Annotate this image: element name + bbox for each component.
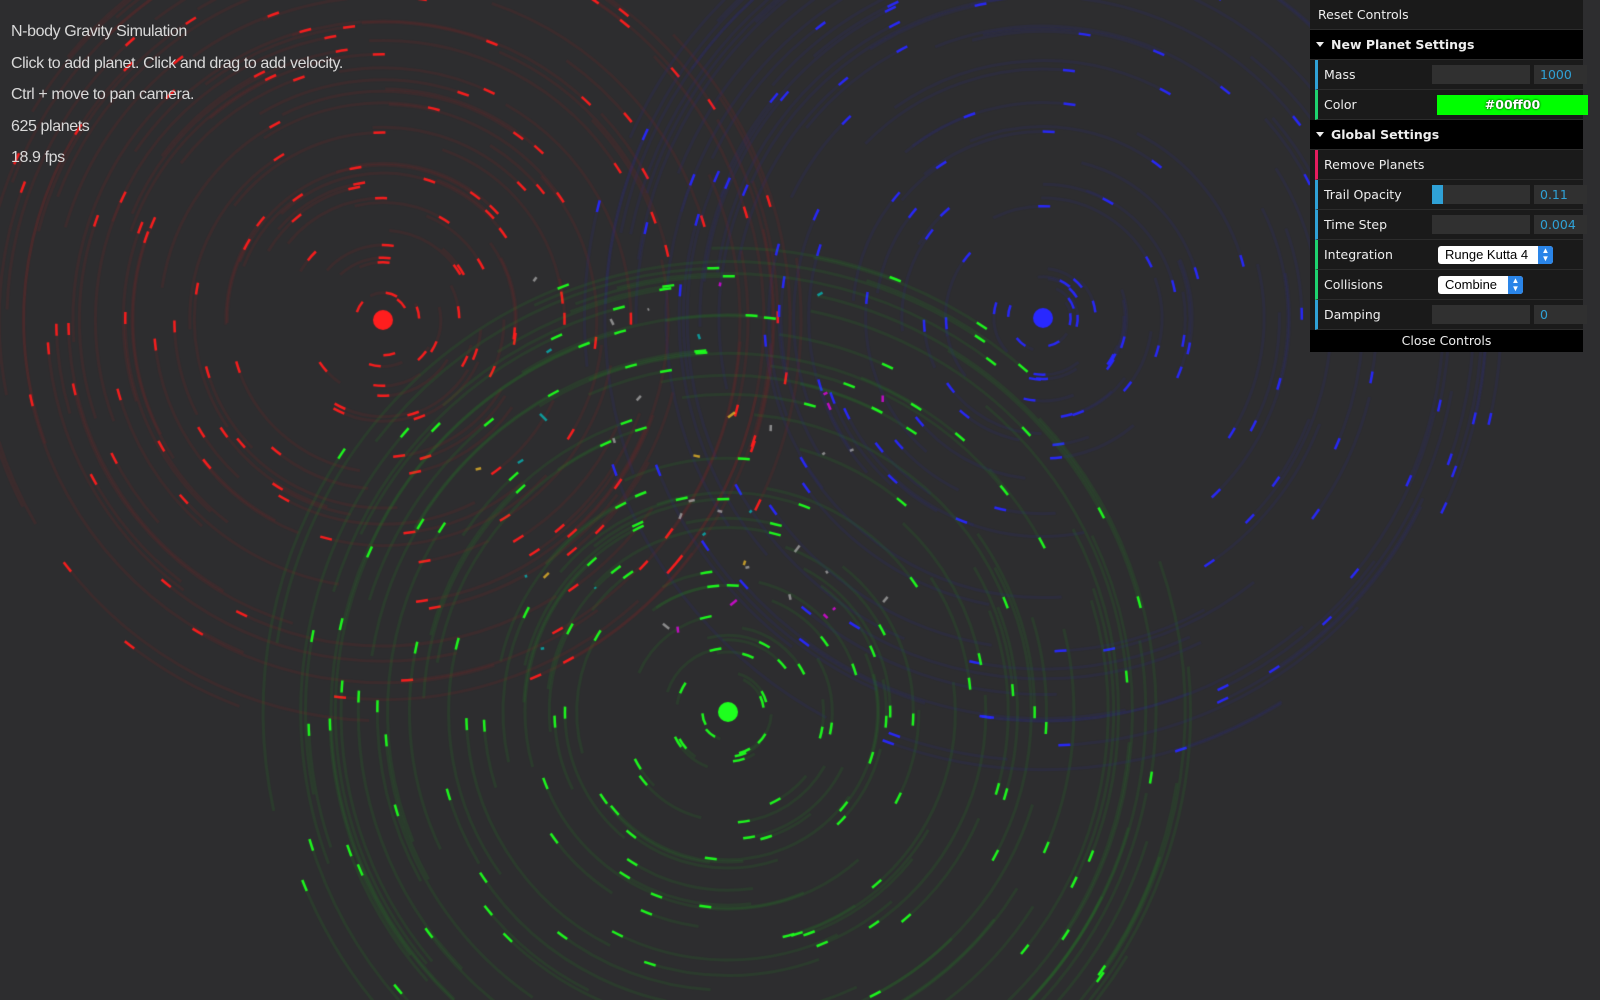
trail-opacity-input[interactable]: 0.11 (1534, 185, 1587, 204)
color-picker[interactable]: #00ff00 (1437, 94, 1588, 115)
collisions-select[interactable]: Combine ▲ ▼ (1438, 275, 1523, 294)
controls-panel: Reset Controls New Planet Settings Mass … (1310, 0, 1588, 352)
instructions-click: Click to add planet. Click and drag to a… (11, 54, 343, 72)
reset-controls-button[interactable]: Reset Controls (1310, 0, 1583, 30)
fps-counter: 18.9 fps (11, 149, 65, 166)
trail-opacity-control: Trail Opacity 0.11 (1315, 180, 1587, 210)
color-control: Color #00ff00 (1315, 90, 1588, 120)
select-arrows-icon: ▲ ▼ (1538, 245, 1553, 264)
damping-slider[interactable] (1432, 305, 1530, 324)
new-planet-settings-folder[interactable]: New Planet Settings (1310, 30, 1583, 60)
integration-label: Integration (1324, 247, 1393, 262)
mass-label: Mass (1324, 67, 1356, 82)
damping-control: Damping 0 (1315, 300, 1587, 330)
color-label: Color (1324, 97, 1357, 112)
time-step-input[interactable]: 0.004 (1534, 215, 1587, 234)
time-step-label: Time Step (1324, 217, 1388, 232)
integration-value: Runge Kutta 4 (1445, 247, 1529, 262)
collisions-value: Combine (1445, 277, 1498, 292)
remove-planets-button[interactable]: Remove Planets (1315, 150, 1583, 180)
remove-planets-label: Remove Planets (1324, 157, 1425, 172)
time-step-slider[interactable] (1432, 215, 1530, 234)
trail-opacity-label: Trail Opacity (1324, 187, 1402, 202)
select-arrows-icon: ▲ ▼ (1508, 275, 1523, 294)
app-title: N-body Gravity Simulation (11, 23, 187, 40)
mass-control: Mass 1000 (1315, 60, 1587, 90)
mass-slider[interactable] (1432, 65, 1530, 84)
folder-title: New Planet Settings (1331, 37, 1475, 52)
global-settings-folder[interactable]: Global Settings (1310, 120, 1583, 150)
damping-input[interactable]: 0 (1534, 305, 1587, 324)
time-step-control: Time Step 0.004 (1315, 210, 1587, 240)
instructions-pan: Ctrl + move to pan camera. (11, 86, 195, 103)
trail-opacity-slider[interactable] (1432, 185, 1530, 204)
mass-input[interactable]: 1000 (1534, 65, 1587, 84)
planet-count: 625 planets (11, 117, 90, 135)
integration-control: Integration Runge Kutta 4 ▲ ▼ (1315, 240, 1583, 270)
damping-label: Damping (1324, 307, 1381, 322)
triangle-down-icon (1316, 42, 1324, 47)
triangle-down-icon (1316, 132, 1324, 137)
collisions-control: Collisions Combine ▲ ▼ (1315, 270, 1583, 300)
folder-title: Global Settings (1331, 127, 1440, 142)
trail-opacity-slider-fill (1432, 185, 1443, 204)
info-overlay: N-body Gravity Simulation Click to add p… (11, 20, 343, 178)
integration-select[interactable]: Runge Kutta 4 ▲ ▼ (1438, 245, 1553, 264)
collisions-label: Collisions (1324, 277, 1383, 292)
close-controls-button[interactable]: Close Controls (1310, 330, 1583, 352)
